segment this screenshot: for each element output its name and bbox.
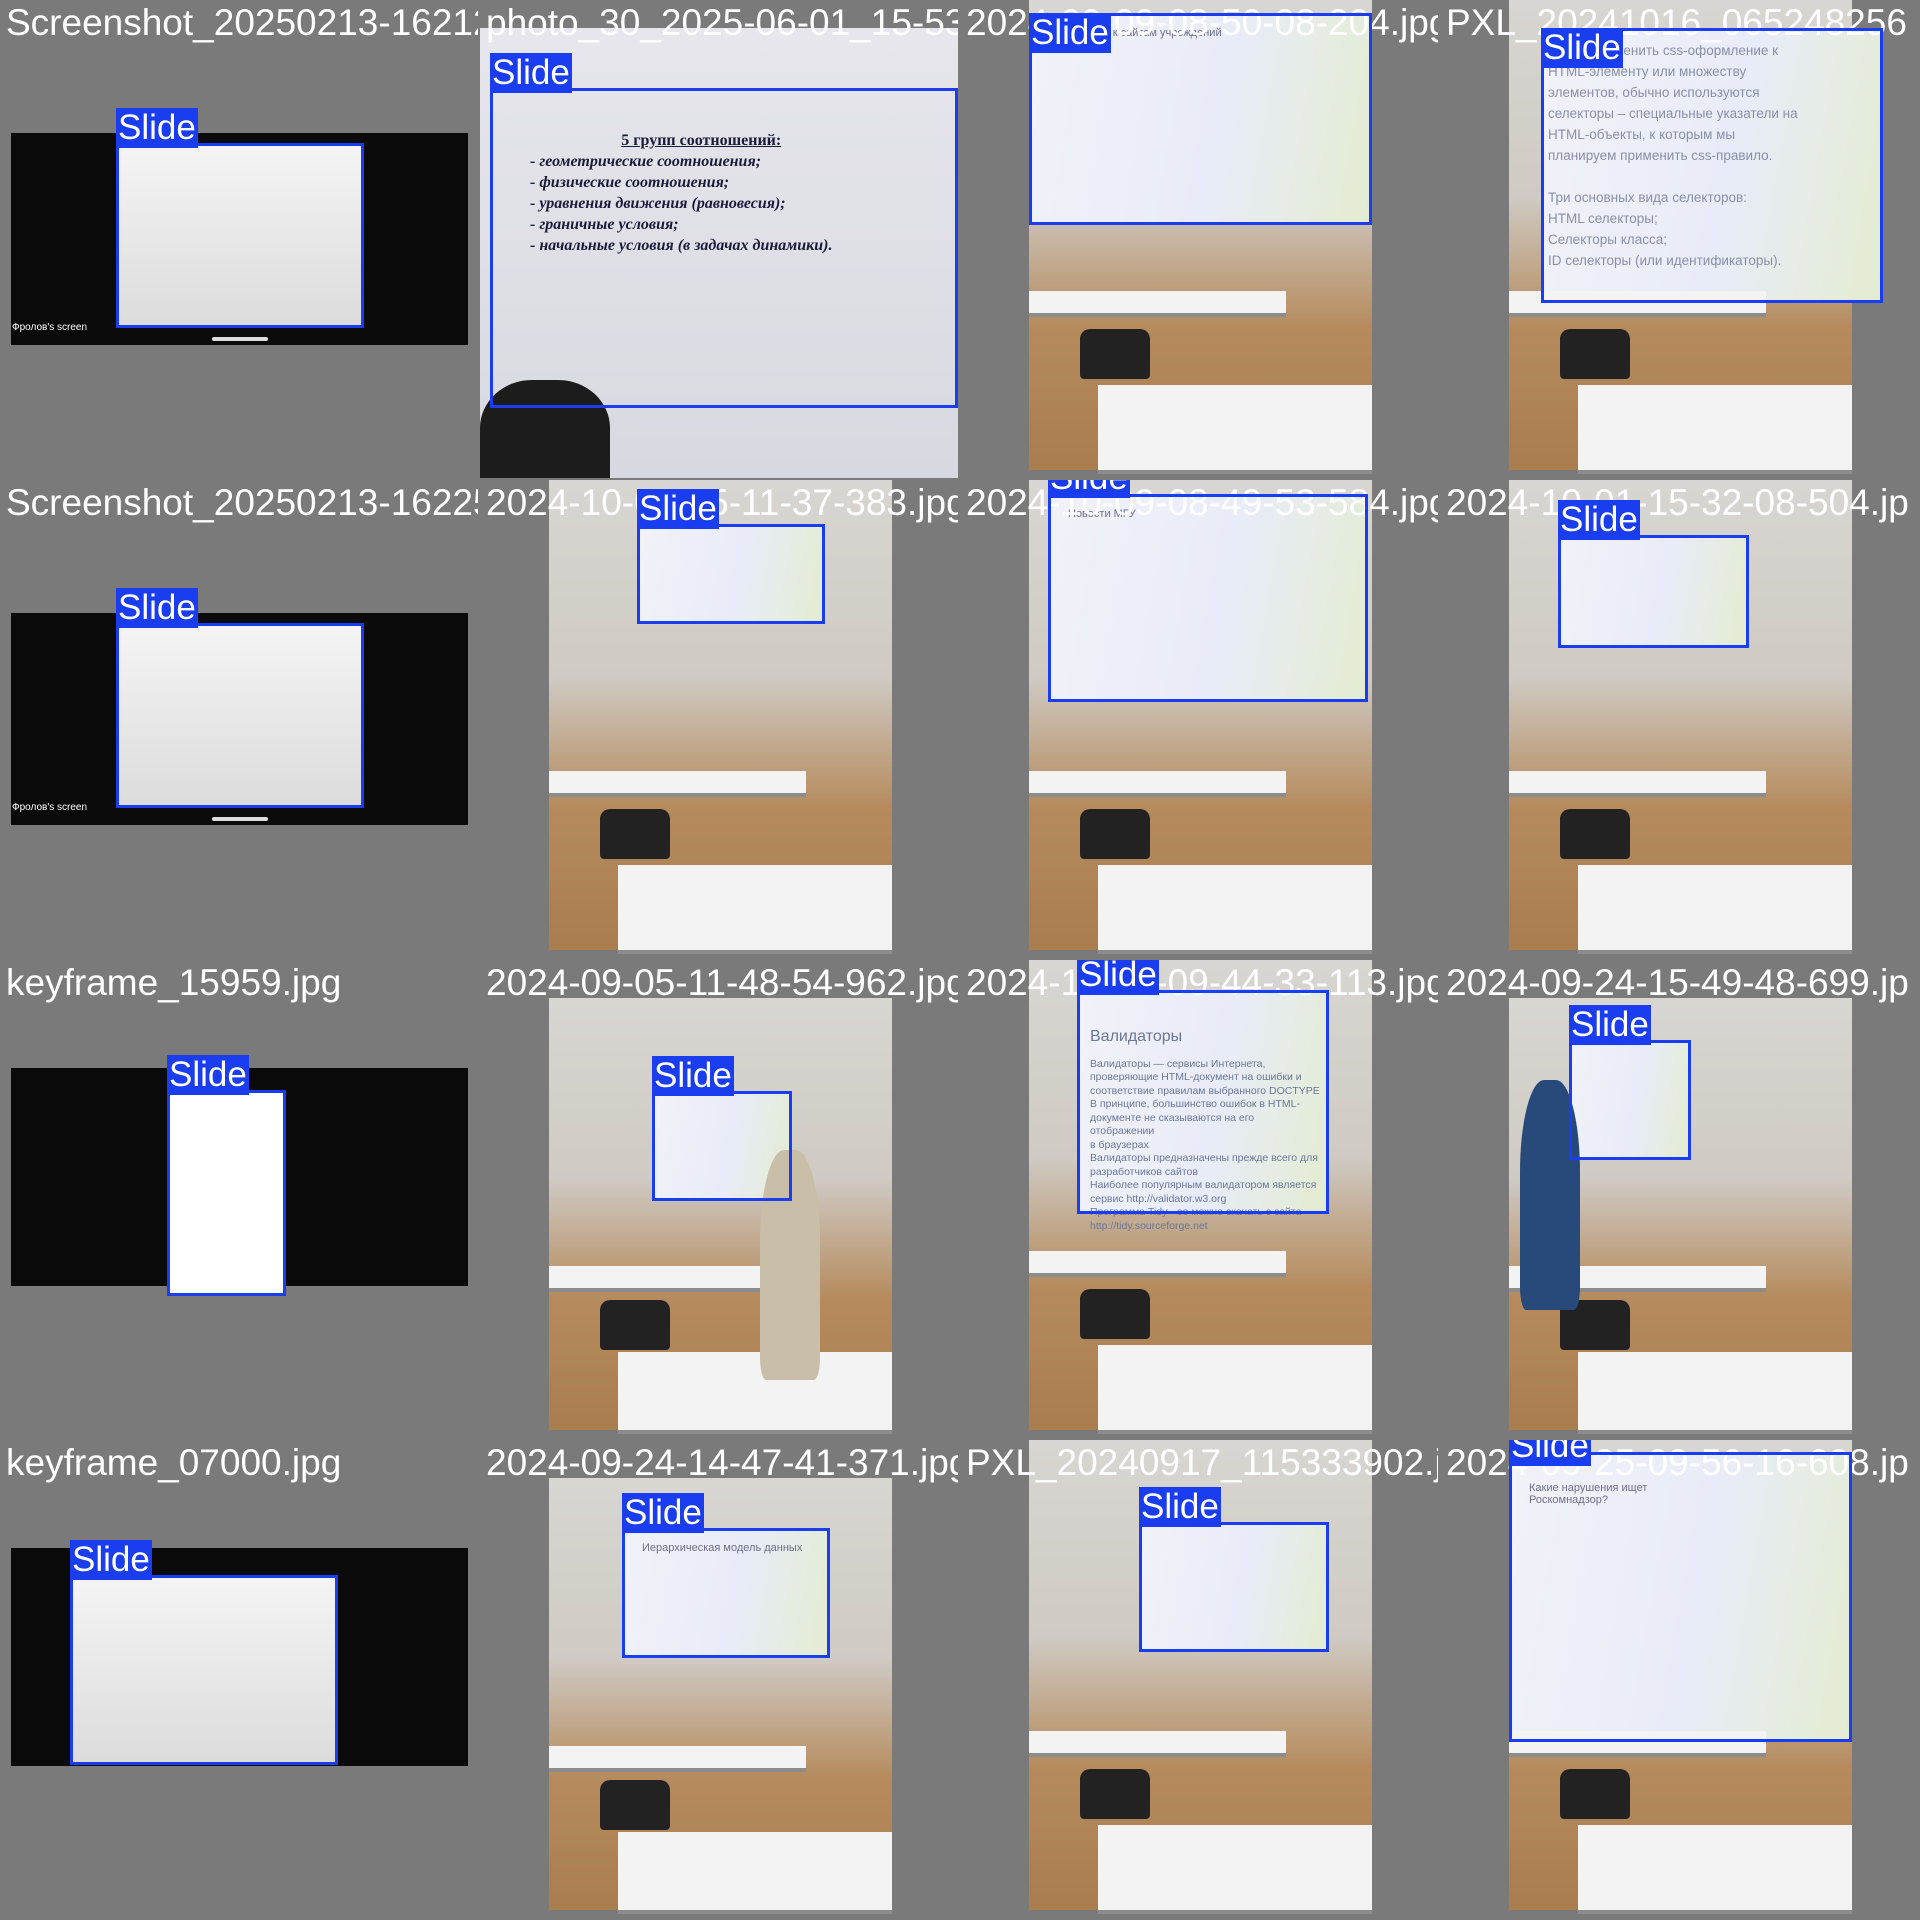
grid-cell: Чтобы применить css-оформление к HTML-эле…: [1440, 0, 1918, 478]
filename-caption: photo_30_2025-06-01_15-53-54.jpg: [486, 2, 958, 43]
zoom-home-bar: [212, 337, 268, 341]
filename-caption: Screenshot_20250213-162258_Zoom.png: [6, 482, 478, 523]
filename-caption: keyframe_07000.jpg: [6, 1442, 342, 1483]
filename-caption: Screenshot_20250213-162127_Zoom.png: [6, 2, 478, 43]
slide-bounding-box: [637, 524, 825, 624]
chair: [600, 809, 671, 859]
grid-cell: 2024-09-24-15-49-48-699.jp Slide: [1440, 960, 1918, 1438]
slide-class-label: Slide: [490, 53, 572, 93]
slide-bounding-box: [167, 1090, 286, 1296]
filename-caption: PXL_20240917_115333902.jpg: [966, 1442, 1438, 1483]
filename-caption: 2024-10-01-15-11-37-383.jpg: [486, 482, 958, 523]
desk: [1097, 865, 1372, 954]
grid-cell: 2024-09-05-11-48-54-962.jpg Slide: [480, 960, 958, 1438]
filename-caption: keyframe_15959.jpg: [6, 962, 342, 1003]
chair: [1560, 1769, 1631, 1819]
slide-class-label: Slide: [637, 489, 719, 529]
desk: [1029, 1731, 1287, 1758]
slide-bounding-box: [1048, 494, 1368, 702]
grid-cell: 5 групп соотношений: - геометрические соо…: [480, 0, 958, 478]
filename-caption: 2024-10-01-15-32-08-504.jp: [1446, 482, 1909, 523]
chair: [600, 1780, 671, 1831]
desk: [617, 1832, 892, 1914]
desk: [1509, 771, 1767, 798]
slide-class-label: Slide: [1541, 28, 1623, 68]
grid-cell: Фролов's screen Screenshot_20250213-16212…: [0, 0, 478, 478]
grid-cell: PXL_20240917_115333902.jpg Slide: [960, 1440, 1438, 1918]
desk: [549, 1745, 807, 1772]
slide-bounding-box: [1139, 1522, 1329, 1652]
slide-bounding-box: [1558, 535, 1749, 648]
slide-bounding-box: [490, 88, 958, 408]
slide-line: http://tidy.sourceforge.net: [1090, 1219, 1208, 1232]
slide-bounding-box: [116, 623, 364, 808]
slide-bounding-box: [70, 1575, 338, 1765]
slide-class-label: Slide: [1077, 960, 1159, 995]
chair: [1080, 329, 1151, 379]
desk: [1577, 865, 1852, 954]
slide-bounding-box: [1541, 28, 1883, 303]
desk: [617, 865, 892, 954]
slide-class-label: Slide: [1558, 500, 1640, 540]
chair: [1560, 809, 1631, 859]
chair: [1560, 329, 1631, 379]
slide-class-label: Slide: [1509, 1440, 1591, 1466]
filename-caption: 2024-09-24-15-49-48-699.jp: [1446, 962, 1909, 1003]
grid-cell: keyframe_15959.jpg Slide: [0, 960, 478, 1438]
grid-cell: 2024-10-01-15-11-37-383.jpg Slide: [480, 480, 958, 958]
slide-bounding-box: [622, 1528, 830, 1658]
grid-cell: Какие нарушения ищет Роскомнадзор? 2024-0…: [1440, 1440, 1918, 1918]
slide-class-label: Slide: [116, 108, 198, 148]
desk: [1029, 771, 1287, 798]
desk: [617, 1352, 892, 1434]
grid-cell: Валидаторы Валидаторы — сервисы Интернета…: [960, 960, 1438, 1438]
desk: [549, 771, 807, 798]
chair: [1080, 1769, 1151, 1819]
filename-caption: 2024-09-05-11-48-54-962.jpg: [486, 962, 958, 1003]
slide-bounding-box: [116, 143, 364, 328]
slide-class-label: Slide: [1029, 13, 1111, 53]
desk: [1097, 1345, 1372, 1434]
slide-class-label: Slide: [1048, 480, 1130, 498]
chair: [1080, 1289, 1151, 1339]
zoom-home-bar: [212, 817, 268, 821]
chair: [600, 1300, 671, 1351]
slide-bounding-box: [652, 1091, 792, 1201]
desk: [1097, 1825, 1372, 1914]
desk: [1577, 1352, 1852, 1434]
slide-bounding-box: [1077, 990, 1329, 1214]
desk: [1097, 385, 1372, 474]
grid-cell: Иерархическая модель данных 2024-09-24-14…: [480, 1440, 958, 1918]
desk: [1577, 385, 1852, 474]
grid-cell: Фролов's screen Screenshot_20250213-16225…: [0, 480, 478, 958]
slide-class-label: Slide: [1569, 1005, 1651, 1045]
grid-cell: Требования к сайтам учреждений культуры2…: [960, 0, 1438, 478]
chair: [1080, 809, 1151, 859]
slide-class-label: Slide: [622, 1493, 704, 1533]
slide-class-label: Slide: [1139, 1487, 1221, 1527]
slide-bounding-box: [1509, 1452, 1852, 1742]
grid-cell: 2024-10-01-15-32-08-504.jp Slide: [1440, 480, 1918, 958]
grid-cell: keyframe_07000.jpg Slide: [0, 1440, 478, 1918]
grid-cell: Новости МГУ2024-10-09-08-49-53-584.jpgSl…: [960, 480, 1438, 958]
slide-class-label: Slide: [70, 1540, 152, 1580]
slide-class-label: Slide: [652, 1056, 734, 1096]
desk: [1029, 291, 1287, 318]
desk: [1029, 1251, 1287, 1278]
slide-class-label: Slide: [167, 1055, 249, 1095]
desk: [1577, 1825, 1852, 1914]
filename-caption: 2024-09-24-14-47-41-371.jpg: [486, 1442, 958, 1483]
zoom-screen-label: Фролов's screen: [12, 802, 88, 813]
detection-grid: Фролов's screen Screenshot_20250213-16212…: [0, 0, 1920, 1920]
slide-class-label: Slide: [116, 588, 198, 628]
slide-bounding-box: [1569, 1040, 1691, 1160]
zoom-screen-label: Фролов's screen: [12, 322, 88, 333]
